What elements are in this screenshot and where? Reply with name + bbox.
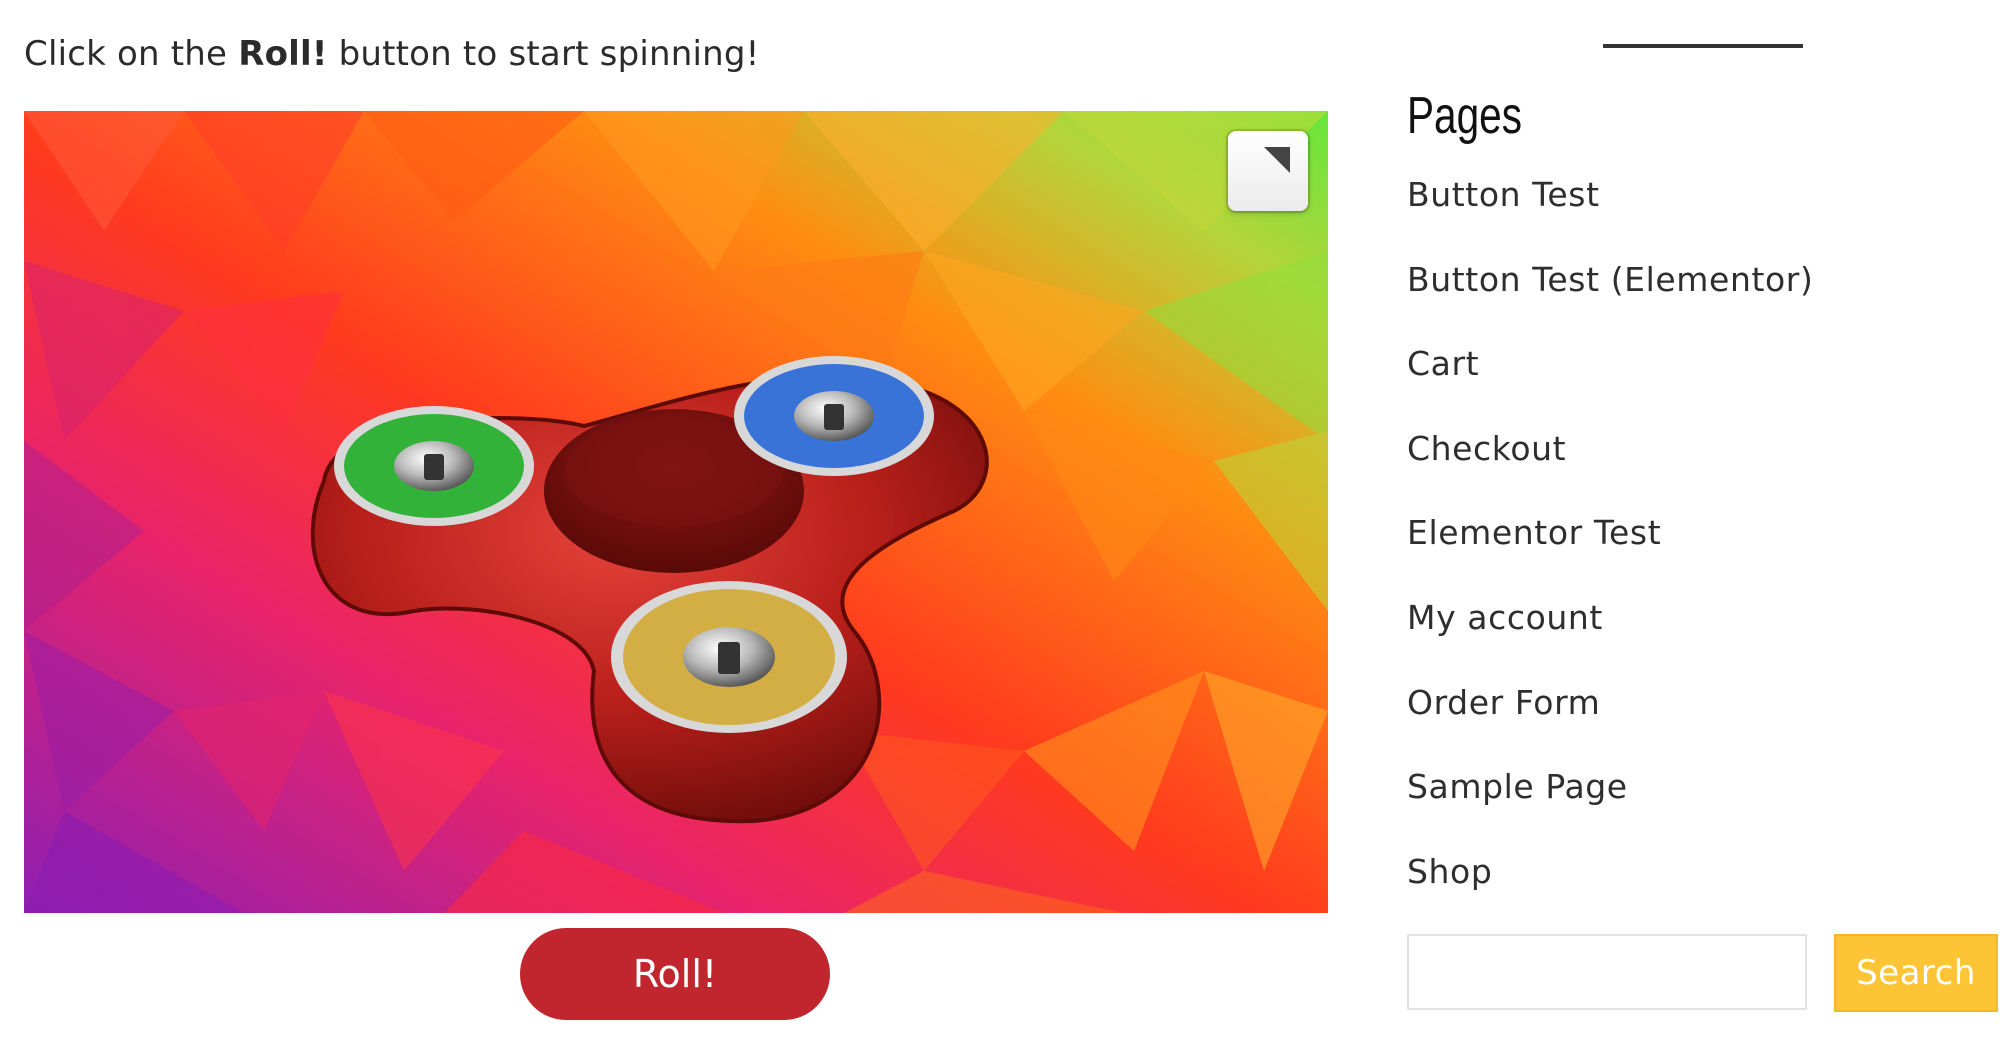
- list-item: Checkout: [1407, 414, 1813, 499]
- page-link-checkout[interactable]: Checkout: [1407, 429, 1566, 468]
- instruction-before: Click on the: [24, 34, 228, 74]
- widget-title-pages: Pages: [1407, 87, 1523, 145]
- fullscreen-button[interactable]: [1228, 131, 1308, 211]
- search-input[interactable]: [1407, 934, 1807, 1010]
- list-item: Sample Page: [1407, 752, 1813, 837]
- list-item: My account: [1407, 583, 1813, 668]
- page-link-button-test-elementor[interactable]: Button Test (Elementor): [1407, 260, 1813, 299]
- list-item: Cart: [1407, 329, 1813, 414]
- page-link-my-account[interactable]: My account: [1407, 598, 1603, 637]
- sidebar-divider: [1603, 44, 1803, 48]
- search-button[interactable]: Search: [1834, 934, 1998, 1012]
- pages-list: Button Test Button Test (Elementor) Cart…: [1407, 160, 1813, 921]
- page-link-sample-page[interactable]: Sample Page: [1407, 767, 1628, 806]
- list-item: Button Test (Elementor): [1407, 245, 1813, 330]
- list-item: Button Test: [1407, 160, 1813, 245]
- page-link-cart[interactable]: Cart: [1407, 344, 1479, 383]
- page-link-shop[interactable]: Shop: [1407, 852, 1492, 891]
- roll-button[interactable]: Roll!: [520, 928, 830, 1020]
- page-link-elementor-test[interactable]: Elementor Test: [1407, 513, 1661, 552]
- fullscreen-icon: [1264, 147, 1290, 173]
- low-poly-background: [24, 111, 1328, 913]
- list-item: Shop: [1407, 837, 1813, 922]
- list-item: Order Form: [1407, 668, 1813, 753]
- game-canvas[interactable]: [24, 111, 1328, 913]
- instruction-after: button to start spinning!: [338, 34, 760, 74]
- instruction-emphasis: Roll!: [238, 34, 328, 74]
- instruction-text: Click on the Roll! button to start spinn…: [24, 30, 760, 78]
- page-link-button-test[interactable]: Button Test: [1407, 175, 1600, 214]
- list-item: Elementor Test: [1407, 498, 1813, 583]
- page-link-order-form[interactable]: Order Form: [1407, 683, 1600, 722]
